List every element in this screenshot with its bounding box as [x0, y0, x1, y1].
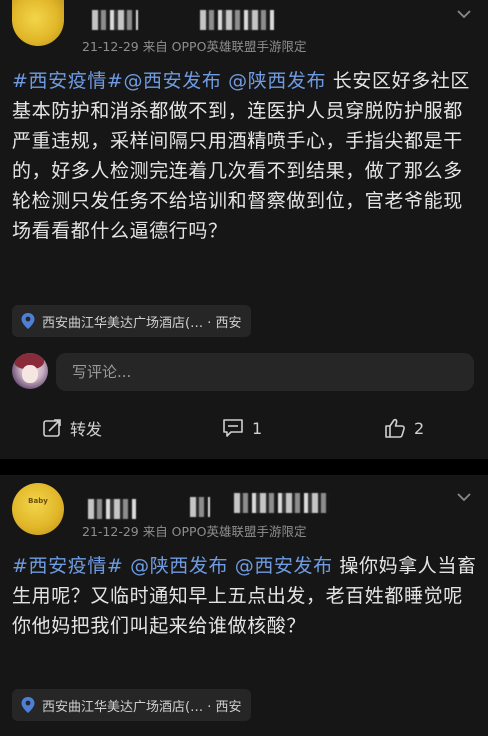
avatar-face: [22, 365, 38, 383]
avatar-logo-text: Baby: [28, 497, 48, 505]
post-body: #西安疫情# @陕西发布 @西安发布 操你妈拿人当畜生用呢？又临时通知早上五点出…: [12, 551, 478, 641]
hashtag-link[interactable]: #西安疫情#: [12, 70, 123, 92]
repost-button[interactable]: 转发: [42, 410, 102, 446]
post-text: 长安区好多社区基本防护和消杀都做不到，连医护人员穿脱防护服都严重违规，采样间隔只…: [12, 70, 470, 242]
hashtag-link[interactable]: #西安疫情#: [12, 555, 123, 577]
author-avatar[interactable]: [12, 0, 64, 46]
mention-link[interactable]: @陕西发布: [130, 555, 228, 577]
like-count: 2: [414, 418, 425, 438]
comment-button[interactable]: 1: [222, 410, 262, 446]
author-avatar[interactable]: Baby: [12, 483, 64, 535]
location-text: 西安曲江华美达广场酒店(… · 西安: [42, 315, 242, 331]
location-pin-icon: [21, 697, 35, 713]
mention-link[interactable]: @西安发布: [123, 70, 221, 92]
mention-link[interactable]: @陕西发布: [228, 70, 326, 92]
weibo-post: Baby 21-12-29 来自 OPPO英雄联盟手游限定 #西安疫情# @陕西…: [0, 475, 488, 736]
author-name-obscured[interactable]: [88, 499, 136, 519]
thumbs-up-icon: [385, 418, 405, 438]
mention-link[interactable]: @西安发布: [235, 555, 333, 577]
comment-row: 写评论...: [0, 351, 488, 393]
comment-count: 1: [252, 418, 263, 438]
comment-input[interactable]: 写评论...: [56, 353, 474, 391]
user-avatar[interactable]: [12, 353, 48, 389]
location-tag[interactable]: 西安曲江华美达广场酒店(… · 西安: [12, 305, 252, 337]
weibo-post: 21-12-29 来自 OPPO英雄联盟手游限定 #西安疫情#@西安发布 @陕西…: [0, 0, 488, 459]
action-bar: 转发 1 2: [0, 410, 488, 446]
location-text: 西安曲江华美达广场酒店(… · 西安: [42, 699, 242, 715]
comment-icon: [223, 419, 243, 437]
post-text-space: [228, 555, 235, 577]
location-pin-icon: [21, 313, 35, 329]
author-name-obscured-3: [234, 493, 330, 513]
repost-icon: [43, 419, 61, 437]
post-meta: 21-12-29 来自 OPPO英雄联盟手游限定: [82, 39, 307, 54]
post-meta: 21-12-29 来自 OPPO英雄联盟手游限定: [82, 524, 307, 539]
chevron-down-icon[interactable]: [456, 491, 472, 503]
author-name-obscured-2: [200, 10, 274, 30]
chevron-down-icon[interactable]: [456, 8, 472, 20]
repost-label: 转发: [70, 420, 103, 439]
author-name-obscured[interactable]: [92, 10, 138, 30]
like-button[interactable]: 2: [384, 410, 424, 446]
author-name-obscured-2: [190, 497, 210, 517]
post-body: #西安疫情#@西安发布 @陕西发布 长安区好多社区基本防护和消杀都做不到，连医护…: [12, 66, 478, 246]
location-tag[interactable]: 西安曲江华美达广场酒店(… · 西安: [12, 689, 252, 721]
